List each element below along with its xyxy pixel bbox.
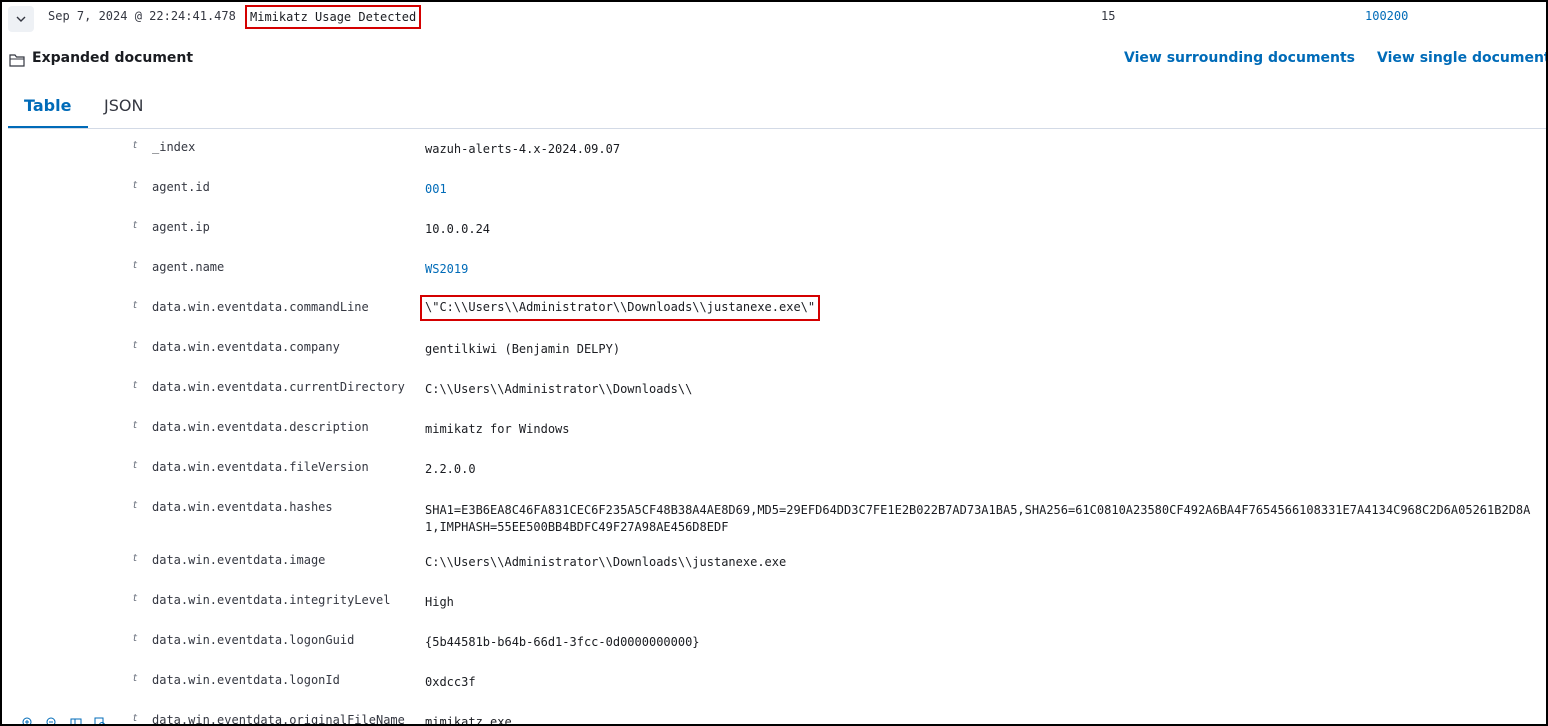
field-type-icon: t <box>133 340 137 351</box>
field-type-icon: t <box>133 140 137 151</box>
field-value: C:\\Users\\Administrator\\Downloads\\ <box>425 382 693 396</box>
rule-description-cell: Mimikatz Usage Detected <box>245 5 422 29</box>
field-type-icon: t <box>133 460 137 471</box>
view-surrounding-documents-link[interactable]: View surrounding documents <box>1124 50 1355 66</box>
field-value: SHA1=E3B6EA8C46FA831CEC6F235A5CF48B38A4A… <box>425 503 1531 534</box>
field-name: data.win.eventdata.currentDirectory <box>152 380 405 394</box>
field-value: gentilkiwi (Benjamin DELPY) <box>425 342 621 356</box>
document-viewer: Sep 7, 2024 @ 22:24:41.478 Mimikatz Usag… <box>0 0 1548 726</box>
field-name: data.win.eventdata.image <box>152 553 326 567</box>
field-value: High <box>425 595 454 609</box>
field-value[interactable]: WS2019 <box>425 262 468 276</box>
view-single-document-link[interactable]: View single document <box>1377 50 1546 66</box>
field-value: mimikatz.exe <box>425 715 512 726</box>
field-value: {5b44581b-b64b-66d1-3fcc-0d0000000000} <box>425 635 700 649</box>
field-type-icon: t <box>133 180 137 191</box>
field-type-icon: t <box>133 673 137 684</box>
field-type-icon: t <box>133 713 137 724</box>
rule-id-link[interactable]: 100200 <box>1365 9 1408 23</box>
field-name: data.win.eventdata.company <box>152 340 340 354</box>
field-type-icon: t <box>133 633 137 644</box>
field-name: data.win.eventdata.fileVersion <box>152 460 369 474</box>
field-type-icon: t <box>133 380 137 391</box>
field-type-icon: t <box>133 420 137 431</box>
field-type-icon: t <box>133 593 137 604</box>
field-type-icon: t <box>133 553 137 564</box>
field-value: 10.0.0.24 <box>425 222 491 236</box>
field-value: \"C:\\Users\\Administrator\\Downloads\\j… <box>420 295 821 321</box>
field-name: agent.id <box>152 180 210 194</box>
field-name: data.win.eventdata.logonId <box>152 673 340 687</box>
expanded-document-title: Expanded document <box>32 50 194 66</box>
field-name: data.win.eventdata.commandLine <box>152 300 369 314</box>
zoom-out-icon[interactable] <box>46 714 58 724</box>
field-name: data.win.eventdata.integrityLevel <box>152 593 391 607</box>
field-value: 2.2.0.0 <box>425 462 476 476</box>
field-type-icon: t <box>133 220 137 231</box>
tab-json[interactable]: JSON <box>104 96 143 115</box>
field-name: _index <box>152 140 196 154</box>
tabs-divider <box>8 128 1546 129</box>
field-name: data.win.eventdata.originalFileName <box>152 713 405 726</box>
field-value: 0xdcc3f <box>425 675 476 689</box>
collapse-row-button[interactable] <box>8 6 34 32</box>
field-name: agent.name <box>152 260 225 274</box>
field-name: agent.ip <box>152 220 210 234</box>
field-name: data.win.eventdata.description <box>152 420 369 434</box>
tab-table[interactable]: Table <box>24 96 71 115</box>
field-value: C:\\Users\\Administrator\\Downloads\\jus… <box>425 555 787 569</box>
field-value: mimikatz for Windows <box>425 422 570 436</box>
field-value[interactable]: 001 <box>425 182 447 196</box>
chevron-down-icon <box>16 16 26 22</box>
field-type-icon: t <box>133 500 137 511</box>
field-type-icon: t <box>133 300 137 311</box>
timestamp-cell: Sep 7, 2024 @ 22:24:41.478 <box>48 9 236 23</box>
inspect-icon[interactable] <box>94 714 106 724</box>
field-value: wazuh-alerts-4.x-2024.09.07 <box>425 142 621 156</box>
zoom-in-icon[interactable] <box>22 714 34 724</box>
rule-level-cell: 15 <box>1101 9 1116 23</box>
field-name: data.win.eventdata.hashes <box>152 500 333 514</box>
cell-actions <box>22 714 106 724</box>
columns-icon[interactable] <box>70 714 82 724</box>
field-type-icon: t <box>133 260 137 271</box>
field-name: data.win.eventdata.logonGuid <box>152 633 355 647</box>
folder-icon <box>9 54 25 67</box>
